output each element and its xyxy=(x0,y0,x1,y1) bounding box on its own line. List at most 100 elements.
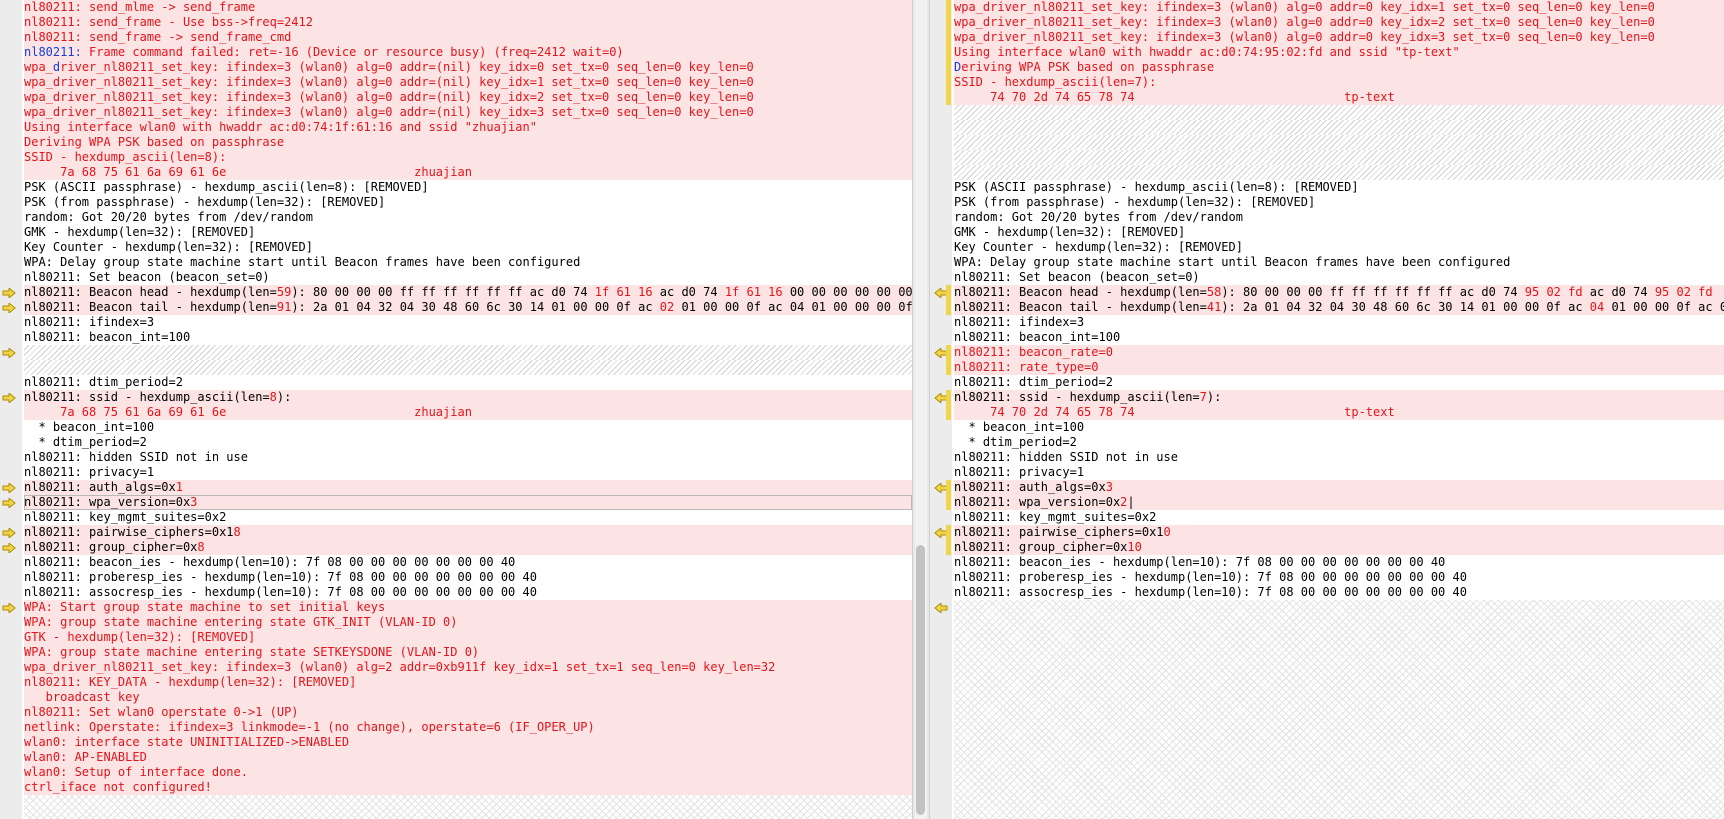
left-diff-line[interactable]: WPA: Delay group state machine start unt… xyxy=(24,255,912,270)
arrow-right-icon[interactable] xyxy=(2,496,16,510)
right-lines[interactable]: wpa_driver_nl80211_set_key: ifindex=3 (w… xyxy=(954,0,1724,819)
left-diff-line[interactable]: SSID - hexdump_ascii(len=8): xyxy=(24,150,912,165)
left-diff-line[interactable]: * beacon_int=100 xyxy=(24,420,912,435)
left-diff-line[interactable]: wlan0: interface state UNINITIALIZED->EN… xyxy=(24,735,912,750)
left-diff-line[interactable]: wlan0: Setup of interface done. xyxy=(24,765,912,780)
right-diff-line[interactable]: nl80211: beacon_ies - hexdump(len=10): 7… xyxy=(954,555,1724,570)
right-diff-line[interactable]: 74 70 2d 74 65 78 74 tp-text xyxy=(954,90,1724,105)
right-diff-line[interactable]: nl80211: privacy=1 xyxy=(954,465,1724,480)
arrow-left-icon[interactable] xyxy=(934,601,948,615)
scrollbar-thumb[interactable] xyxy=(916,545,925,815)
right-diff-line[interactable] xyxy=(954,165,1724,180)
right-diff-line[interactable]: nl80211: Beacon head - hexdump(len=58): … xyxy=(954,285,1724,300)
arrow-right-icon[interactable] xyxy=(2,301,16,315)
left-diff-line[interactable]: GMK - hexdump(len=32): [REMOVED] xyxy=(24,225,912,240)
pane-divider[interactable] xyxy=(912,0,930,819)
right-diff-line[interactable]: 74 70 2d 74 65 78 74 tp-text xyxy=(954,405,1724,420)
left-diff-line[interactable]: nl80211: Set wlan0 operstate 0->1 (UP) xyxy=(24,705,912,720)
right-diff-line[interactable]: PSK (from passphrase) - hexdump(len=32):… xyxy=(954,195,1724,210)
right-diff-line[interactable]: nl80211: beacon_rate=0 xyxy=(954,345,1724,360)
left-diff-line[interactable]: random: Got 20/20 bytes from /dev/random xyxy=(24,210,912,225)
left-diff-line[interactable]: nl80211: privacy=1 xyxy=(24,465,912,480)
right-diff-line[interactable] xyxy=(954,135,1724,150)
right-diff-line[interactable]: nl80211: beacon_int=100 xyxy=(954,330,1724,345)
right-diff-line[interactable]: Key Counter - hexdump(len=32): [REMOVED] xyxy=(954,240,1724,255)
left-diff-line[interactable]: nl80211: Beacon head - hexdump(len=59): … xyxy=(24,285,912,300)
left-diff-line[interactable]: PSK (from passphrase) - hexdump(len=32):… xyxy=(24,195,912,210)
right-diff-pane[interactable]: wpa_driver_nl80211_set_key: ifindex=3 (w… xyxy=(930,0,1724,819)
right-diff-line[interactable]: wpa_driver_nl80211_set_key: ifindex=3 (w… xyxy=(954,30,1724,45)
left-diff-line[interactable]: WPA: group state machine entering state … xyxy=(24,615,912,630)
left-diff-line[interactable]: Deriving WPA PSK based on passphrase xyxy=(24,135,912,150)
left-diff-line[interactable]: wpa_driver_nl80211_set_key: ifindex=3 (w… xyxy=(24,660,912,675)
left-diff-line[interactable]: wpa_driver_nl80211_set_key: ifindex=3 (w… xyxy=(24,105,912,120)
left-diff-line[interactable]: nl80211: assocresp_ies - hexdump(len=10)… xyxy=(24,585,912,600)
left-diff-line[interactable]: nl80211: send_frame -> send_frame_cmd xyxy=(24,30,912,45)
left-diff-line[interactable]: nl80211: ssid - hexdump_ascii(len=8): xyxy=(24,390,912,405)
right-diff-line[interactable]: nl80211: wpa_version=0x2| xyxy=(954,495,1724,510)
left-diff-line[interactable]: nl80211: pairwise_ciphers=0x18 xyxy=(24,525,912,540)
left-diff-line[interactable]: GTK - hexdump(len=32): [REMOVED] xyxy=(24,630,912,645)
left-diff-line[interactable]: nl80211: send_mlme -> send_frame xyxy=(24,0,912,15)
left-diff-line[interactable]: nl80211: beacon_ies - hexdump(len=10): 7… xyxy=(24,555,912,570)
left-diff-line[interactable]: WPA: group state machine entering state … xyxy=(24,645,912,660)
right-diff-line[interactable]: nl80211: assocresp_ies - hexdump(len=10)… xyxy=(954,585,1724,600)
left-diff-line[interactable] xyxy=(24,345,912,360)
left-diff-line[interactable]: nl80211: group_cipher=0x8 xyxy=(24,540,912,555)
left-diff-line[interactable]: Using interface wlan0 with hwaddr ac:d0:… xyxy=(24,120,912,135)
right-diff-line[interactable]: SSID - hexdump_ascii(len=7): xyxy=(954,75,1724,90)
left-diff-line[interactable]: nl80211: wpa_version=0x3 xyxy=(24,495,912,510)
right-diff-line[interactable] xyxy=(954,105,1724,120)
right-diff-line[interactable]: nl80211: Set beacon (beacon_set=0) xyxy=(954,270,1724,285)
left-diff-line[interactable]: WPA: Start group state machine to set in… xyxy=(24,600,912,615)
arrow-right-icon[interactable] xyxy=(2,541,16,555)
right-diff-line[interactable]: nl80211: dtim_period=2 xyxy=(954,375,1724,390)
left-diff-line[interactable]: nl80211: key_mgmt_suites=0x2 xyxy=(24,510,912,525)
right-diff-line[interactable]: PSK (ASCII passphrase) - hexdump_ascii(l… xyxy=(954,180,1724,195)
right-diff-line[interactable]: random: Got 20/20 bytes from /dev/random xyxy=(954,210,1724,225)
left-diff-line[interactable]: nl80211: beacon_int=100 xyxy=(24,330,912,345)
left-diff-line[interactable]: nl80211: Beacon tail - hexdump(len=91): … xyxy=(24,300,912,315)
left-diff-line[interactable]: nl80211: Set beacon (beacon_set=0) xyxy=(24,270,912,285)
left-diff-line[interactable]: wpa_driver_nl80211_set_key: ifindex=3 (w… xyxy=(24,75,912,90)
right-diff-line[interactable]: nl80211: pairwise_ciphers=0x10 xyxy=(954,525,1724,540)
right-diff-line[interactable]: WPA: Delay group state machine start unt… xyxy=(954,255,1724,270)
arrow-right-icon[interactable] xyxy=(2,391,16,405)
left-diff-line[interactable]: * dtim_period=2 xyxy=(24,435,912,450)
right-diff-line[interactable]: nl80211: key_mgmt_suites=0x2 xyxy=(954,510,1724,525)
right-diff-line[interactable]: nl80211: auth_algs=0x3 xyxy=(954,480,1724,495)
arrow-right-icon[interactable] xyxy=(2,601,16,615)
left-diff-line[interactable]: Key Counter - hexdump(len=32): [REMOVED] xyxy=(24,240,912,255)
left-diff-line[interactable]: nl80211: dtim_period=2 xyxy=(24,375,912,390)
right-diff-line[interactable]: Deriving WPA PSK based on passphrase xyxy=(954,60,1724,75)
left-diff-line[interactable]: nl80211: proberesp_ies - hexdump(len=10)… xyxy=(24,570,912,585)
right-diff-line[interactable]: nl80211: proberesp_ies - hexdump(len=10)… xyxy=(954,570,1724,585)
right-diff-line[interactable]: nl80211: hidden SSID not in use xyxy=(954,450,1724,465)
left-diff-line[interactable]: wpa_driver_nl80211_set_key: ifindex=3 (w… xyxy=(24,60,912,75)
left-diff-line[interactable]: nl80211: ifindex=3 xyxy=(24,315,912,330)
right-diff-line[interactable]: nl80211: ifindex=3 xyxy=(954,315,1724,330)
arrow-right-icon[interactable] xyxy=(2,526,16,540)
right-diff-line[interactable]: GMK - hexdump(len=32): [REMOVED] xyxy=(954,225,1724,240)
left-diff-line[interactable]: PSK (ASCII passphrase) - hexdump_ascii(l… xyxy=(24,180,912,195)
left-diff-line[interactable]: 7a 68 75 61 6a 69 61 6e zhuajian xyxy=(24,165,912,180)
arrow-right-icon[interactable] xyxy=(2,481,16,495)
left-diff-line[interactable]: nl80211: send_frame - Use bss->freq=2412 xyxy=(24,15,912,30)
right-diff-line[interactable] xyxy=(954,120,1724,135)
right-diff-line[interactable]: nl80211: Beacon tail - hexdump(len=41): … xyxy=(954,300,1724,315)
left-diff-pane[interactable]: nl80211: send_mlme -> send_frame nl80211:… xyxy=(0,0,912,819)
right-diff-line[interactable]: wpa_driver_nl80211_set_key: ifindex=3 (w… xyxy=(954,15,1724,30)
right-diff-line[interactable] xyxy=(954,150,1724,165)
right-diff-line[interactable]: Using interface wlan0 with hwaddr ac:d0:… xyxy=(954,45,1724,60)
left-diff-line[interactable]: broadcast key xyxy=(24,690,912,705)
vertical-scrollbar[interactable] xyxy=(915,0,927,819)
left-lines[interactable]: nl80211: send_mlme -> send_frame nl80211:… xyxy=(24,0,912,819)
left-diff-line[interactable] xyxy=(24,360,912,375)
left-diff-line[interactable]: wpa_driver_nl80211_set_key: ifindex=3 (w… xyxy=(24,90,912,105)
arrow-right-icon[interactable] xyxy=(2,346,16,360)
left-diff-line[interactable]: wlan0: AP-ENABLED xyxy=(24,750,912,765)
right-diff-line[interactable]: * beacon_int=100 xyxy=(954,420,1724,435)
left-diff-line[interactable]: nl80211: Frame command failed: ret=-16 (… xyxy=(24,45,912,60)
left-diff-line[interactable]: netlink: Operstate: ifindex=3 linkmode=-… xyxy=(24,720,912,735)
right-diff-line[interactable]: * dtim_period=2 xyxy=(954,435,1724,450)
